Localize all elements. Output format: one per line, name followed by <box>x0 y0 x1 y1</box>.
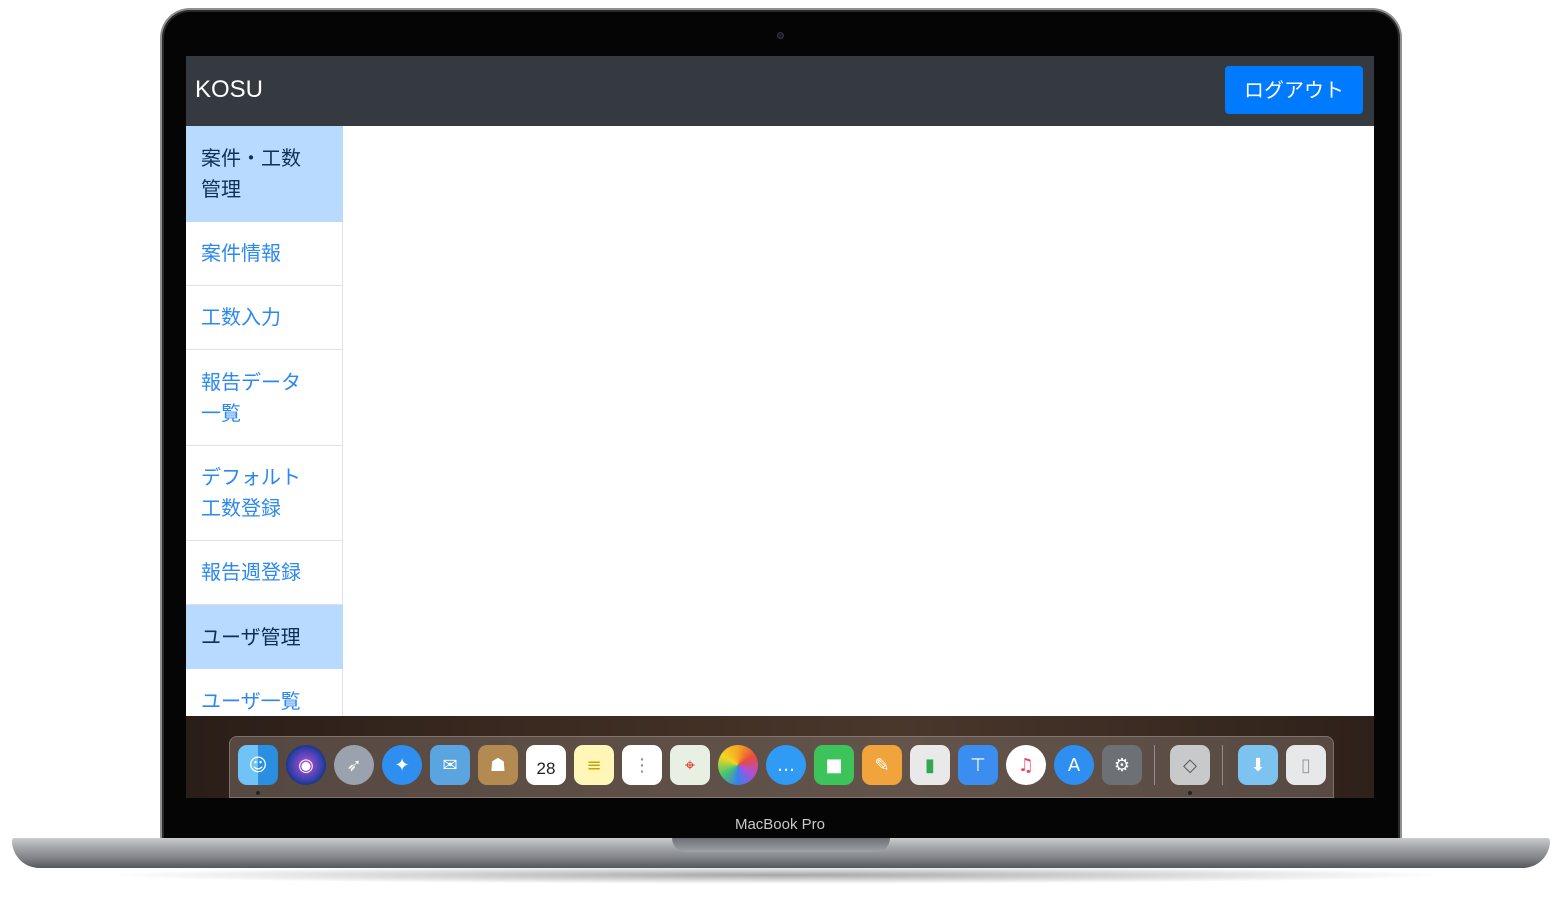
siri-icon[interactable]: ◉ <box>286 745 326 785</box>
sidebar-item-report-week-register[interactable]: 報告週登録 <box>186 541 343 605</box>
sidebar-item-report-data-list[interactable]: 報告データ 一覧 <box>186 350 343 446</box>
camera-icon <box>777 32 784 39</box>
notes-icon[interactable]: ≡ <box>574 745 614 785</box>
itunes-icon[interactable]: ♫ <box>1006 745 1046 785</box>
sidebar-item-hours-input[interactable]: 工数入力 <box>186 286 343 350</box>
sidebar-item-project-info[interactable]: 案件情報 <box>186 222 343 286</box>
messages-icon[interactable]: … <box>766 745 806 785</box>
trash-icon[interactable]: ▯ <box>1286 745 1326 785</box>
sidebar-header-user-management: ユーザ管理 <box>186 605 343 669</box>
mail-icon[interactable]: ✉ <box>430 745 470 785</box>
app-store-icon[interactable]: A <box>1054 745 1094 785</box>
finder-icon[interactable]: ☺ <box>238 745 278 785</box>
sidebar-header-project-management: 案件・工数 管理 <box>186 126 343 222</box>
brand-logo[interactable]: KOSU <box>195 76 263 104</box>
facetime-icon[interactable]: ■ <box>814 745 854 785</box>
downloads-folder-icon[interactable]: ⬇ <box>1238 745 1278 785</box>
numbers-icon[interactable]: ▮ <box>910 745 950 785</box>
pages-icon[interactable]: ✎ <box>862 745 902 785</box>
launchpad-icon[interactable]: ➶ <box>334 745 374 785</box>
safari-icon[interactable]: ✦ <box>382 745 422 785</box>
contacts-icon[interactable]: ☗ <box>478 745 518 785</box>
laptop-notch <box>672 838 890 852</box>
logout-button[interactable]: ログアウト <box>1225 66 1363 114</box>
system-preferences-icon[interactable]: ⚙ <box>1102 745 1142 785</box>
screen: KOSU ログアウト 案件・工数 管理 案件情報 工数入力 報告データ 一覧 デ… <box>186 56 1374 798</box>
main-content <box>343 126 1374 716</box>
reminders-icon[interactable]: ⋮ <box>622 745 662 785</box>
calendar-icon[interactable]: 28 <box>526 745 566 785</box>
model-label: MacBook Pro <box>734 816 826 833</box>
photos-icon[interactable] <box>718 745 758 785</box>
keynote-icon[interactable]: ⊤ <box>958 745 998 785</box>
maps-icon[interactable]: ⌖ <box>670 745 710 785</box>
sidebar: 案件・工数 管理 案件情報 工数入力 報告データ 一覧 デフォルト 工数登録 報… <box>186 126 343 716</box>
navbar: KOSU ログアウト <box>186 56 1374 126</box>
desktop-background: ☺ ◉ ➶ ✦ ✉ ☗ 28 ≡ ⋮ ⌖ … ■ ✎ ▮ ⊤ ♫ A ⚙ ◇ ⬇… <box>186 716 1374 798</box>
dock: ☺ ◉ ➶ ✦ ✉ ☗ 28 ≡ ⋮ ⌖ … ■ ✎ ▮ ⊤ ♫ A ⚙ ◇ ⬇… <box>229 736 1334 798</box>
boot-camp-icon[interactable]: ◇ <box>1170 745 1210 785</box>
sidebar-item-default-hours-register[interactable]: デフォルト 工数登録 <box>186 446 343 541</box>
